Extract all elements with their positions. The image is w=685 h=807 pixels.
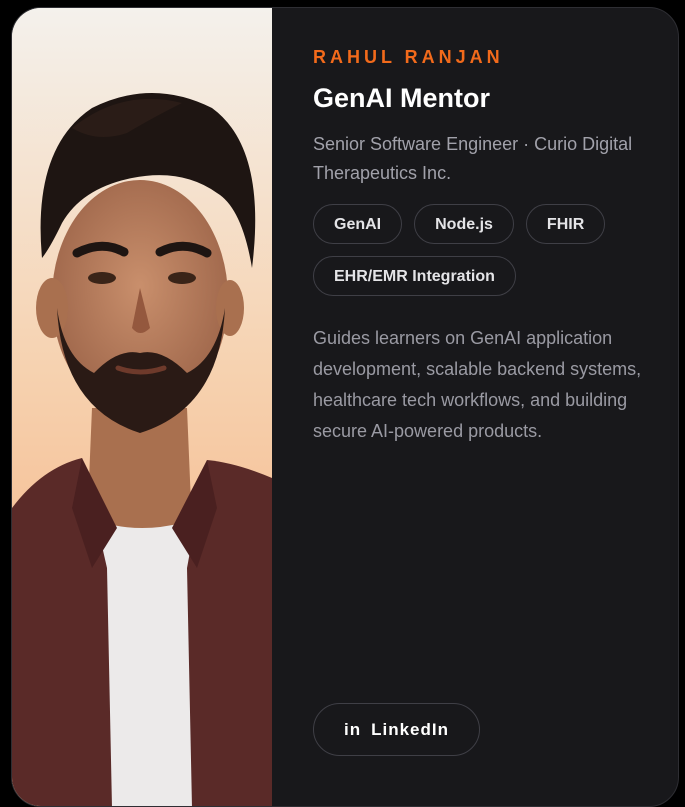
mentor-card: RAHUL RANJAN GenAI Mentor Senior Softwar… [11,7,679,807]
linkedin-icon: in [344,719,362,739]
mentor-role: GenAI Mentor [313,83,491,113]
skill-tag: Node.js [414,204,514,244]
mentor-details: RAHUL RANJAN GenAI Mentor Senior Softwar… [313,46,643,447]
skill-tag: EHR/EMR Integration [313,256,516,296]
mentor-photo [12,8,272,806]
mentor-position: Senior Software Engineer · Curio Digital… [313,134,633,183]
linkedin-label: LinkedIn [371,719,450,739]
skill-tag: GenAI [313,204,403,244]
mentor-name: RAHUL RANJAN [313,47,504,67]
mentor-description: Guides learners on GenAI application dev… [313,328,642,441]
linkedin-button[interactable]: in LinkedIn [313,703,481,756]
skill-tag: FHIR [525,204,606,244]
skill-tags: GenAI Node.js FHIR EHR/EMR Integration [313,204,643,296]
